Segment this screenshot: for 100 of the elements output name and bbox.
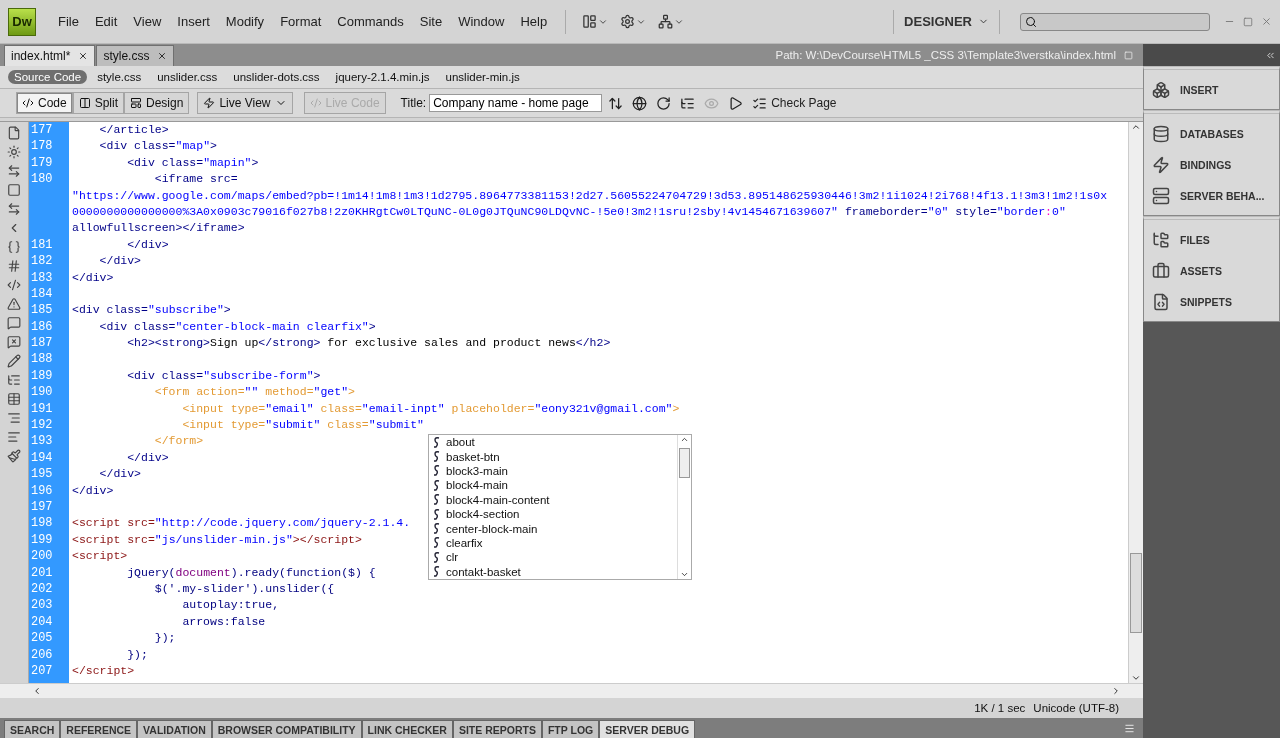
panel-tab[interactable]: SEARCH (4, 720, 61, 738)
layout-icon[interactable] (582, 14, 609, 29)
line-number: 204 (31, 614, 53, 629)
view-button[interactable]: Design (124, 92, 190, 114)
code-line: </div> (98, 467, 141, 483)
panel-tab[interactable]: LINK CHECKER (361, 720, 453, 738)
panel-item[interactable]: ASSETS (1144, 255, 1279, 286)
code-line: <input type="email" class="email-inpt" placeholder="eony321v@gmail.com"> (181, 401, 680, 417)
view-button[interactable]: Code (16, 92, 73, 114)
related-file[interactable]: unslider-dots.css (227, 70, 326, 84)
menu-icon[interactable] (1124, 722, 1135, 734)
menu-item[interactable]: File (50, 14, 87, 29)
list-icon[interactable] (7, 373, 21, 387)
line-number: 203 (31, 598, 53, 613)
code-hint-item[interactable]: clr (446, 551, 459, 564)
code-hint-item[interactable]: center-block-main (446, 522, 538, 535)
menu-item[interactable]: Format (272, 14, 330, 29)
line-number: 182 (31, 254, 53, 269)
check-page-button[interactable]: Check Page (749, 95, 840, 111)
close-icon[interactable] (157, 51, 168, 61)
menu-item[interactable]: Edit (86, 14, 126, 29)
code-hint-item[interactable]: basket-btn (446, 450, 500, 463)
pencil-icon[interactable] (7, 354, 21, 368)
scroll-down-icon[interactable] (680, 570, 689, 579)
select-icon[interactable] (7, 183, 21, 197)
panel-item[interactable]: DATABASES (1144, 118, 1279, 149)
menu-item[interactable]: Modify (217, 14, 273, 29)
sitemap-icon[interactable] (658, 14, 685, 29)
layout-icon (130, 97, 143, 109)
workspace-switcher[interactable]: DESIGNER (904, 14, 989, 29)
class-icon (433, 436, 440, 448)
brush-icon[interactable] (7, 449, 21, 463)
sun-icon[interactable] (7, 145, 21, 159)
class-icon (433, 508, 440, 520)
scroll-up-icon[interactable] (680, 435, 689, 444)
outdent-icon[interactable] (7, 430, 21, 444)
live-view-button[interactable]: Live View (197, 92, 293, 114)
code-hint-item[interactable]: block3-main (446, 464, 508, 477)
panel-tab[interactable]: BROWSER COMPATIBILITY (211, 720, 362, 738)
line-number: 180 (31, 172, 53, 187)
search-field[interactable] (1020, 12, 1210, 31)
related-file[interactable]: unslider.css (151, 70, 224, 84)
menu-item[interactable]: Help (512, 14, 556, 29)
panel-tab[interactable]: FTP LOG (541, 720, 600, 738)
line-number: 183 (31, 270, 53, 285)
menu-item[interactable]: Window (450, 14, 513, 29)
title-field[interactable]: Company name - home page (429, 94, 603, 112)
panel-item[interactable]: FILES (1144, 224, 1279, 255)
panel-tab[interactable]: SITE REPORTS (452, 720, 542, 738)
document-tab[interactable]: index.html* (4, 45, 96, 66)
comment-icon[interactable] (7, 316, 21, 330)
menu-item[interactable]: Site (411, 14, 451, 29)
code-hint-item[interactable]: clearfix (446, 536, 483, 549)
code-hint-item[interactable]: about (446, 436, 475, 449)
file-icon[interactable] (7, 126, 21, 140)
scroll-up-icon[interactable] (1131, 122, 1141, 132)
code-hint-item[interactable]: block4-main (446, 479, 508, 492)
scroll-down-icon[interactable] (1131, 673, 1141, 683)
code-hint-item[interactable]: block4-section (446, 508, 520, 521)
scrollbar-thumb[interactable] (1130, 553, 1142, 633)
panel-tab[interactable]: VALIDATION (137, 720, 212, 738)
panel-tab[interactable]: SERVER DEBUG (599, 720, 696, 738)
code-icon[interactable] (7, 278, 21, 292)
document-tab[interactable]: style.css (96, 45, 175, 66)
code-hint-item[interactable]: contakt-basket (446, 565, 521, 578)
related-file[interactable]: Source Code (8, 70, 88, 84)
view-button[interactable]: Split (72, 92, 125, 114)
collapse-icon[interactable] (7, 164, 21, 178)
line-number: 202 (31, 581, 53, 596)
hash-icon[interactable] (7, 259, 21, 273)
table-icon[interactable] (7, 392, 21, 406)
expand-icon[interactable] (7, 202, 21, 216)
related-file[interactable]: style.css (91, 70, 148, 84)
code-line: arrows:false (181, 614, 266, 630)
bindings-icon (1152, 155, 1170, 174)
panel-item[interactable]: SNIPPETS (1144, 286, 1279, 317)
class-icon (433, 523, 440, 535)
related-file[interactable]: unslider-min.js (439, 70, 526, 84)
related-file[interactable]: jquery-2.1.4.min.js (329, 70, 436, 84)
code-line: </div> (98, 254, 141, 270)
scrollbar-thumb[interactable] (679, 448, 690, 478)
menu-item[interactable]: Insert (169, 14, 218, 29)
code-line: <div class="subscribe"> (72, 303, 231, 319)
indent-icon[interactable] (7, 411, 21, 425)
remove-comment-icon[interactable] (7, 335, 21, 349)
scroll-right-icon[interactable] (1111, 686, 1121, 696)
line-number: 181 (31, 237, 53, 252)
scroll-left-icon[interactable] (32, 686, 42, 696)
warning-icon[interactable] (7, 297, 21, 311)
settings-icon[interactable] (620, 14, 647, 29)
panel-item[interactable]: SERVER BEHA... (1144, 180, 1279, 211)
line-number: 185 (31, 303, 53, 318)
menu-item[interactable]: View (125, 14, 170, 29)
code-hint-item[interactable]: block4-main-content (446, 493, 550, 506)
braces-icon[interactable] (7, 240, 21, 254)
panel-tab[interactable]: REFERENCE (60, 720, 138, 738)
close-icon[interactable] (78, 51, 89, 61)
code-line: </div> (72, 270, 114, 286)
panel-item[interactable]: BINDINGS (1144, 149, 1279, 180)
menu-item[interactable]: Commands (329, 14, 412, 29)
